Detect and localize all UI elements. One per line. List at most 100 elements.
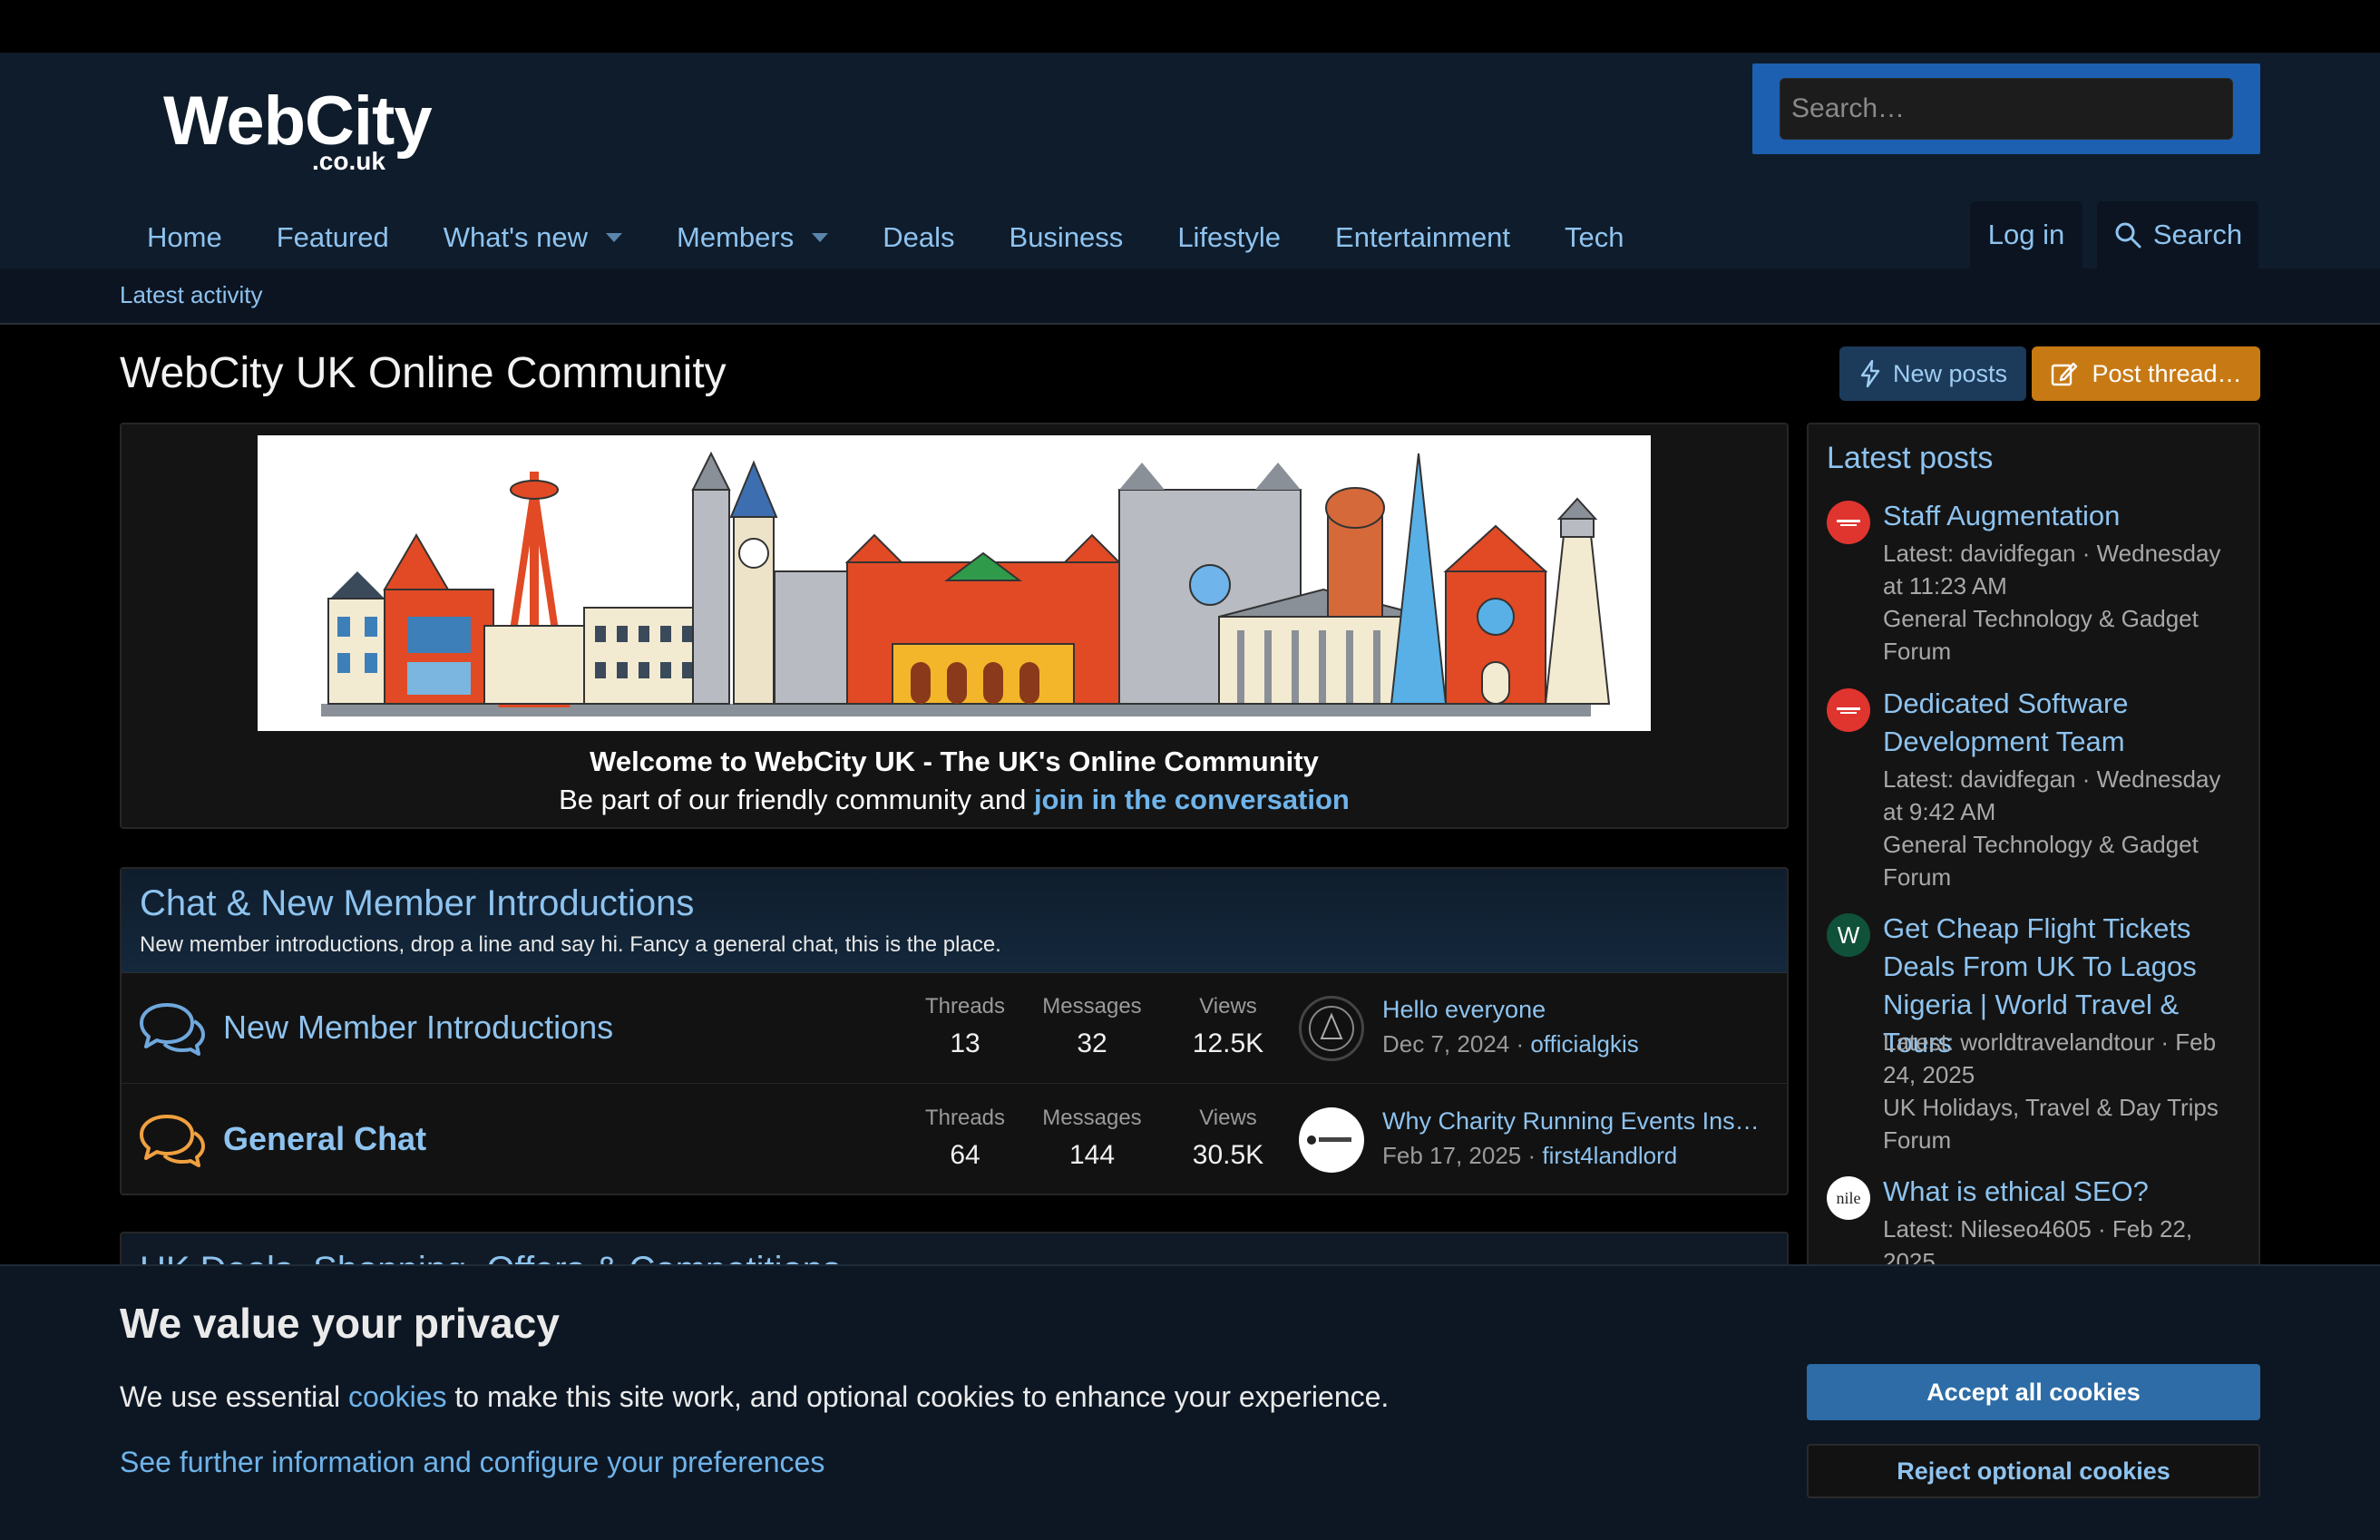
nav-business-label: Business [1009, 221, 1124, 253]
search-button[interactable]: Search [2097, 201, 2258, 268]
threads-label: Threads [924, 1106, 1006, 1130]
post-thread-button[interactable]: Post thread… [2032, 346, 2260, 401]
cookie-text: We use essential cookies to make this si… [120, 1380, 1389, 1414]
cookie-preferences-link[interactable]: See further information and configure yo… [120, 1446, 824, 1479]
messages-count: 32 [1077, 1028, 1107, 1058]
latest-post-title[interactable]: Staff Augmentation [1883, 497, 2246, 535]
logo-domain: .co.uk [312, 147, 385, 175]
views-stat: Views 30.5K [1174, 1106, 1283, 1171]
reject-cookies-button[interactable]: Reject optional cookies [1807, 1444, 2260, 1498]
latest-post-forum[interactable]: General Technology & Gadget Forum [1883, 602, 2246, 668]
latest-post-forum[interactable]: General Technology & Gadget Forum [1883, 828, 2246, 893]
last-post-meta: Dec 7, 2024 · officialgkis [1382, 1030, 1639, 1058]
avatar[interactable] [1827, 688, 1870, 732]
avatar-letter: W [1837, 921, 1860, 949]
category-title[interactable]: Chat & New Member Introductions [140, 883, 694, 924]
welcome-heading: Welcome to WebCity UK - The UK's Online … [590, 746, 1319, 777]
avatar-letter: nile [1836, 1188, 1861, 1207]
nav-tech-label: Tech [1565, 221, 1624, 253]
reject-cookies-label: Reject optional cookies [1897, 1457, 2170, 1485]
welcome-banner: Welcome to WebCity UK - The UK's Online … [120, 423, 1789, 829]
avatar[interactable]: W [1827, 913, 1870, 957]
login-button[interactable]: Log in [1970, 201, 2082, 268]
threads-count: 13 [950, 1028, 980, 1058]
latest-post-meta: Latest: davidfegan · Wednesday at 11:23 … [1883, 540, 2221, 599]
search-icon [2115, 222, 2141, 249]
bolt-icon [1860, 359, 1880, 388]
nav-members-label: Members [677, 221, 795, 253]
new-posts-label: New posts [1892, 359, 2008, 387]
avatar[interactable] [1299, 996, 1364, 1061]
latest-post-forum[interactable]: UK Holidays, Travel & Day Trips Forum [1883, 1091, 2246, 1156]
latest-post-title[interactable]: Dedicated Software Development Team [1883, 685, 2246, 761]
nav-tech[interactable]: Tech [1537, 207, 1651, 268]
nav-whats-new-label: What's new [443, 221, 589, 253]
latest-post-meta: Latest: worldtravelandtour · Feb 24, 202… [1883, 1028, 2217, 1088]
threads-stat: Threads 64 [920, 1106, 1010, 1171]
cookie-consent-bar: We value your privacy We use essential c… [0, 1264, 2380, 1540]
last-post-meta: Feb 17, 2025 · first4landlord [1382, 1142, 1678, 1169]
last-post-title[interactable]: Hello everyone [1382, 996, 1772, 1024]
logo-text: WebCity [163, 83, 433, 160]
messages-label: Messages [1042, 1106, 1142, 1130]
messages-count: 144 [1068, 1140, 1116, 1170]
site-header: WebCity .co.uk Search… Home Featured Wha… [0, 53, 2380, 268]
new-posts-button[interactable]: New posts [1839, 346, 2026, 401]
join-conversation-link[interactable]: join in the conversation [1034, 784, 1350, 815]
nav-featured[interactable]: Featured [249, 207, 416, 268]
category-description: New member introductions, drop a line an… [140, 932, 1001, 957]
nav-lifestyle[interactable]: Lifestyle [1150, 207, 1308, 268]
latest-activity-link[interactable]: Latest activity [120, 281, 263, 309]
search-button-label: Search [2152, 219, 2243, 250]
views-count: 30.5K [1192, 1140, 1264, 1170]
avatar[interactable] [1299, 1107, 1364, 1173]
nav-deals[interactable]: Deals [855, 207, 981, 268]
latest-post-meta: Latest: davidfegan · Wednesday at 9:42 A… [1883, 765, 2221, 825]
search-input[interactable]: Search… [1780, 78, 2233, 140]
chevron-down-icon[interactable] [812, 233, 829, 242]
views-count: 12.5K [1192, 1028, 1264, 1058]
nav-home-label: Home [147, 221, 222, 253]
nav-members[interactable]: Members [649, 207, 855, 268]
last-post-user[interactable]: officialgkis [1530, 1030, 1638, 1058]
messages-stat: Messages 32 [1029, 994, 1156, 1059]
edit-icon [2052, 362, 2078, 386]
site-logo[interactable]: WebCity .co.uk [163, 87, 444, 187]
nav-home[interactable]: Home [120, 207, 249, 268]
page-title: WebCity UK Online Community [120, 349, 727, 397]
sub-nav: Latest activity [0, 268, 2380, 325]
skyline-banner-image [258, 435, 1651, 731]
messages-stat: Messages 144 [1029, 1106, 1156, 1171]
login-label: Log in [1987, 219, 2065, 250]
latest-posts-sidebar: Latest posts Staff Augmentation Latest: … [1807, 423, 2260, 1275]
views-label: Views [1199, 1106, 1257, 1130]
latest-post-title[interactable]: What is ethical SEO? [1883, 1173, 2246, 1211]
nav-entertainment[interactable]: Entertainment [1308, 207, 1537, 268]
welcome-text: Be part of our friendly community and jo… [122, 784, 1787, 816]
nav-business[interactable]: Business [982, 207, 1151, 268]
nav-whats-new[interactable]: What's new [416, 207, 649, 268]
cookies-link[interactable]: cookies [348, 1380, 447, 1413]
accept-cookies-button[interactable]: Accept all cookies [1807, 1364, 2260, 1420]
last-post-user[interactable]: first4landlord [1542, 1142, 1677, 1169]
threads-stat: Threads 13 [920, 994, 1010, 1059]
cookie-title: We value your privacy [120, 1300, 560, 1347]
category-header: Chat & New Member Introductions New memb… [122, 869, 1787, 973]
forum-category: Chat & New Member Introductions New memb… [120, 867, 1789, 1195]
chevron-down-icon[interactable] [606, 233, 623, 242]
accept-cookies-label: Accept all cookies [1926, 1378, 2141, 1406]
nav-deals-label: Deals [883, 221, 955, 253]
cookie-text-after: to make this site work, and optional coo… [446, 1380, 1390, 1413]
threads-count: 64 [950, 1140, 980, 1170]
views-stat: Views 12.5K [1174, 994, 1283, 1059]
cookie-text-before: We use essential [120, 1380, 348, 1413]
chat-bubbles-icon [138, 1111, 207, 1174]
forum-title[interactable]: New Member Introductions [223, 1009, 613, 1047]
welcome-text-body: Be part of our friendly community and [559, 784, 1034, 815]
avatar[interactable] [1827, 501, 1870, 544]
last-post-title[interactable]: Why Charity Running Events Inspire Fundr… [1382, 1107, 1772, 1136]
avatar[interactable]: nile [1827, 1176, 1870, 1220]
search-container: Search… [1752, 63, 2260, 154]
nav-featured-label: Featured [276, 221, 389, 253]
forum-title[interactable]: General Chat [223, 1120, 426, 1158]
